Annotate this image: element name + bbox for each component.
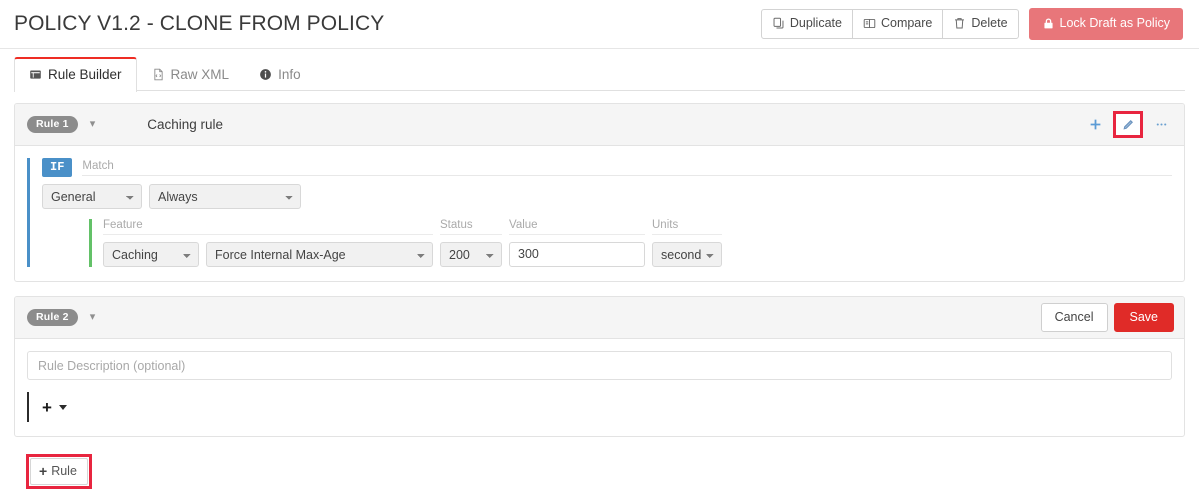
more-options-icon[interactable] bbox=[1148, 113, 1174, 137]
condition-selects: General Always bbox=[42, 184, 1172, 209]
delete-button-label: Delete bbox=[971, 16, 1008, 31]
compare-button-label: Compare bbox=[880, 16, 933, 31]
if-chip: IF bbox=[42, 158, 73, 177]
tab-rule-builder[interactable]: Rule Builder bbox=[14, 57, 137, 92]
feature-status-select[interactable]: 200 bbox=[440, 242, 502, 267]
lock-draft-as-policy-button[interactable]: Lock Draft as Policy bbox=[1028, 8, 1183, 40]
tab-raw-xml-label: Raw XML bbox=[170, 67, 230, 82]
edit-rule-button-highlighted[interactable] bbox=[1113, 111, 1143, 138]
status-label: Status bbox=[440, 219, 502, 235]
cancel-button[interactable]: Cancel bbox=[1040, 303, 1108, 332]
rule-2-header-actions: Cancel Save bbox=[1040, 303, 1174, 332]
feature-value-input[interactable]: 300 bbox=[509, 242, 645, 267]
feature-block: Feature Status Value Units Caching Force… bbox=[89, 219, 1172, 267]
condition-scope-select[interactable]: General bbox=[42, 184, 142, 209]
feature-labels-row: Feature Status Value Units bbox=[103, 219, 1172, 235]
rule-2-badge: Rule 2 bbox=[27, 308, 78, 327]
rule-description-input[interactable] bbox=[27, 351, 1172, 380]
tab-raw-xml[interactable]: Raw XML bbox=[137, 57, 245, 92]
plus-icon: + bbox=[39, 463, 48, 479]
add-condition-block: + bbox=[27, 392, 1172, 422]
copy-icon bbox=[772, 17, 785, 30]
compare-button[interactable]: Compare bbox=[851, 9, 944, 39]
add-rule-label: Rule bbox=[51, 464, 77, 478]
rule-card-1: Rule 1 ▾ Caching rule IF Match General A… bbox=[14, 103, 1185, 282]
page-header: POLICY V1.2 - CLONE FROM POLICY Duplicat… bbox=[0, 0, 1199, 49]
match-row: IF Match bbox=[42, 158, 1172, 177]
condition-operator-select[interactable]: Always bbox=[149, 184, 301, 209]
rule-1-collapse-toggle[interactable]: ▾ bbox=[87, 117, 99, 132]
feature-label: Feature bbox=[103, 219, 433, 235]
window-icon bbox=[29, 68, 42, 81]
feature-units-select[interactable]: seconds bbox=[652, 242, 722, 267]
add-rule-button[interactable]: + Rule bbox=[30, 458, 88, 485]
rule-1-body: IF Match General Always Feature Status V… bbox=[15, 146, 1184, 281]
match-label: Match bbox=[82, 160, 1172, 176]
duplicate-button[interactable]: Duplicate bbox=[760, 9, 853, 39]
add-condition-icon[interactable]: + bbox=[42, 399, 52, 416]
tab-info[interactable]: Info bbox=[244, 57, 316, 92]
rule-1-header-actions bbox=[1082, 111, 1174, 138]
units-label: Units bbox=[652, 219, 722, 235]
tab-rule-builder-label: Rule Builder bbox=[48, 67, 122, 82]
feature-fields-row: Caching Force Internal Max-Age 200 300 s… bbox=[103, 242, 1172, 267]
feature-category-select[interactable]: Caching bbox=[103, 242, 199, 267]
feature-action-select[interactable]: Force Internal Max-Age bbox=[206, 242, 433, 267]
rule-1-name: Caching rule bbox=[147, 117, 224, 132]
info-icon bbox=[259, 68, 272, 81]
add-rule-highlight: + Rule bbox=[26, 454, 92, 489]
header-button-group: Duplicate Compare Delete bbox=[760, 9, 1019, 39]
condition-block: IF Match General Always Feature Status V… bbox=[27, 158, 1172, 267]
header-actions: Duplicate Compare Delete Lock Draft as P… bbox=[760, 8, 1183, 40]
chevron-down-icon[interactable] bbox=[58, 404, 67, 410]
tab-info-label: Info bbox=[278, 67, 301, 82]
save-button[interactable]: Save bbox=[1113, 303, 1174, 332]
xml-file-icon bbox=[152, 68, 165, 81]
add-rule-wrap: + Rule bbox=[14, 451, 1185, 489]
add-icon[interactable] bbox=[1082, 113, 1108, 137]
delete-button[interactable]: Delete bbox=[942, 9, 1019, 39]
lock-icon bbox=[1042, 17, 1055, 30]
tab-bar: Rule Builder Raw XML Info bbox=[0, 49, 1199, 92]
rule-1-badge: Rule 1 bbox=[27, 115, 78, 134]
trash-icon bbox=[953, 17, 966, 30]
rule-2-collapse-toggle[interactable]: ▾ bbox=[87, 310, 99, 325]
rule-builder-content: Rule 1 ▾ Caching rule IF Match General A… bbox=[0, 91, 1199, 489]
rule-1-header: Rule 1 ▾ Caching rule bbox=[15, 104, 1184, 146]
rule-2-header: Rule 2 ▾ Cancel Save bbox=[15, 297, 1184, 339]
compare-icon bbox=[863, 17, 876, 30]
duplicate-button-label: Duplicate bbox=[789, 16, 842, 31]
page-title: POLICY V1.2 - CLONE FROM POLICY bbox=[14, 12, 385, 35]
rule-2-body: + bbox=[15, 339, 1184, 436]
value-label: Value bbox=[509, 219, 645, 235]
rule-card-2: Rule 2 ▾ Cancel Save + bbox=[14, 296, 1185, 437]
lock-draft-button-label: Lock Draft as Policy bbox=[1059, 16, 1170, 31]
